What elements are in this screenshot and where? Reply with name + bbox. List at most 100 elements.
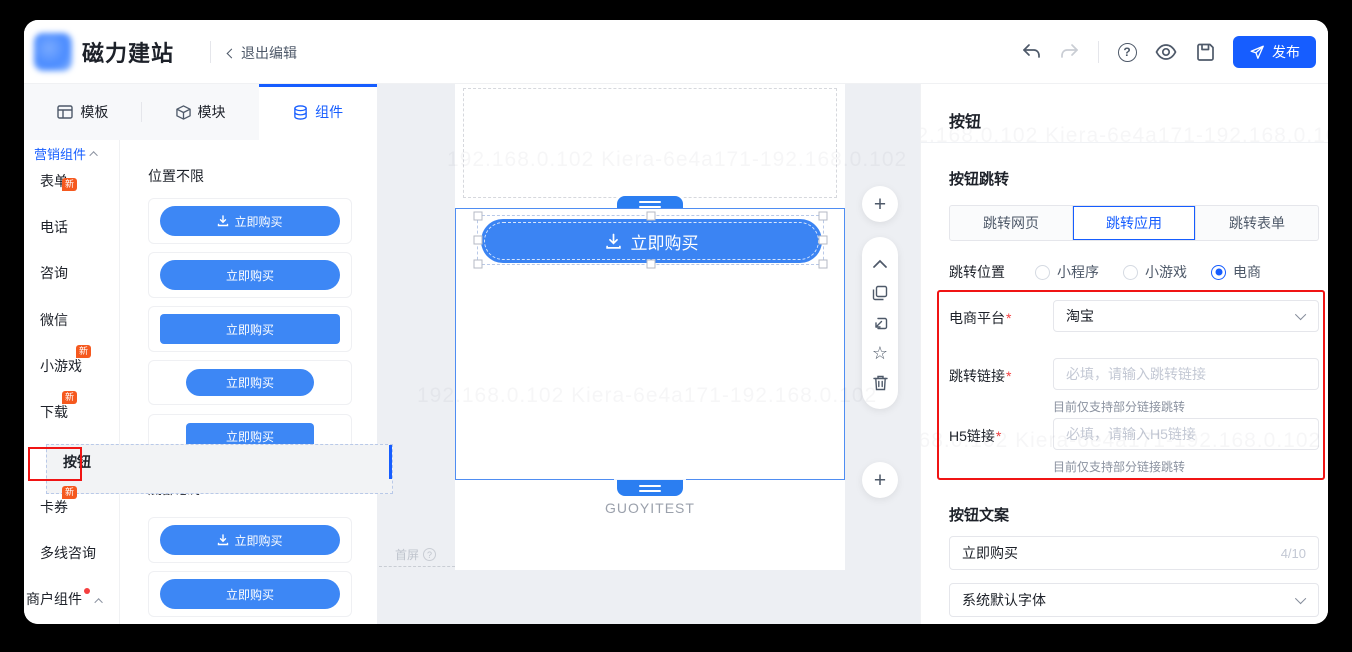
sidebar-item-multiline-consult[interactable]: 多线咨询	[24, 536, 120, 570]
sidebar-item-phone[interactable]: 电话	[24, 210, 120, 244]
add-section-button[interactable]: +	[862, 462, 898, 498]
template-icon	[57, 105, 74, 119]
resize-handle[interactable]	[473, 259, 483, 269]
h5-link-label: H5链接*	[949, 428, 1002, 444]
download-icon	[218, 534, 229, 546]
tab-template[interactable]: 模板	[24, 84, 142, 140]
resize-handle[interactable]	[818, 235, 828, 245]
new-badge: 新	[62, 391, 78, 404]
left-panel-tabs: 模板 模块 组件	[24, 84, 378, 140]
section-any-position: 位置不限	[148, 168, 204, 184]
required-mark: *	[995, 428, 1002, 444]
radio-minigame[interactable]: 小游戏	[1123, 262, 1187, 282]
radio-checked-icon	[1211, 264, 1226, 280]
preview-button-card[interactable]: 立即购买	[148, 252, 352, 298]
tab-jump-webpage[interactable]: 跳转网页	[950, 206, 1073, 240]
tab-jump-app[interactable]: 跳转应用	[1073, 206, 1196, 240]
resize-handle[interactable]	[473, 235, 483, 245]
settings-panel: 192.168.0.102 Kiera-6e4a171-192.168.0.10…	[920, 84, 1328, 624]
new-badge: 新	[62, 178, 78, 191]
button-text-input-wrap: 4/10	[949, 536, 1319, 570]
resize-handle[interactable]	[473, 211, 483, 221]
preview-button-card[interactable]: 立即购买	[148, 360, 352, 405]
publish-button[interactable]: 发布	[1233, 36, 1316, 68]
required-mark: *	[1006, 310, 1012, 326]
selection-box[interactable]: 立即购买	[473, 211, 828, 269]
move-to-library-icon[interactable]	[870, 313, 890, 333]
help-icon[interactable]: ?	[1116, 41, 1138, 63]
new-badge: 新	[62, 486, 78, 499]
preview-button-card[interactable]: 立即购买	[148, 571, 352, 617]
resize-handle[interactable]	[818, 259, 828, 269]
collapse-icon[interactable]	[870, 253, 890, 273]
group-marketing-components[interactable]: 营销组件	[34, 144, 98, 163]
save-icon[interactable]	[1194, 41, 1216, 63]
panel-title: 按钮	[949, 114, 982, 131]
add-section-button[interactable]: +	[862, 186, 898, 222]
component-stack-icon	[294, 104, 307, 120]
jump-position-row: 跳转位置 小程序 小游戏 电商	[949, 262, 1261, 282]
resize-handle[interactable]	[646, 211, 655, 221]
platform-label: 电商平台*	[949, 310, 1012, 326]
chevron-up-icon	[94, 598, 103, 607]
resize-handle[interactable]	[646, 259, 655, 269]
delete-trash-icon[interactable]	[870, 373, 890, 393]
sidebar-item-form[interactable]: 表单 新	[24, 164, 120, 198]
canvas-buy-button[interactable]: 立即购买	[481, 219, 822, 263]
tab-jump-form[interactable]: 跳转表单	[1196, 206, 1318, 240]
jump-link-input[interactable]	[1066, 366, 1306, 382]
required-mark: *	[1006, 368, 1012, 384]
radio-miniprogram[interactable]: 小程序	[1035, 262, 1099, 282]
font-select[interactable]: 系统默认字体	[949, 583, 1319, 617]
first-screen-label: 首屏 ?	[395, 546, 437, 563]
component-preview-panel: 位置不限 立即购买 立即购买 立即购买 立即购买 立即购买 底部悬浮 立即购买	[120, 140, 377, 624]
app-title: 磁力建站	[82, 41, 175, 66]
preview-button-card[interactable]: 立即购买	[148, 198, 352, 244]
header-divider	[1098, 41, 1099, 63]
component-category-list: 营销组件 表单 新 电话 咨询 微信 小游戏 新 下载 新 按钮 卡券 新 多线…	[24, 140, 393, 624]
jump-link-input-wrap	[1053, 358, 1319, 390]
app-logo	[34, 33, 72, 71]
sidebar-item-download[interactable]: 下载 新	[24, 391, 120, 429]
jump-type-tabs: 跳转网页 跳转应用 跳转表单	[949, 205, 1319, 241]
preview-button-card[interactable]: 立即购买	[148, 306, 352, 352]
publish-label: 发布	[1272, 44, 1300, 60]
duplicate-icon[interactable]	[870, 283, 890, 303]
undo-icon[interactable]	[1020, 41, 1042, 63]
h5-link-input[interactable]	[1066, 426, 1306, 442]
resize-handle[interactable]	[818, 211, 828, 221]
sidebar-item-minigame[interactable]: 小游戏 新	[24, 345, 120, 383]
empty-section[interactable]	[463, 88, 837, 198]
exit-edit-label: 退出编辑	[241, 45, 297, 61]
exit-edit-button[interactable]: 退出编辑	[226, 43, 297, 63]
tab-module[interactable]: 模块	[142, 84, 260, 140]
redo-icon[interactable]	[1059, 41, 1081, 63]
group-merchant-components[interactable]: 商户组件	[24, 582, 120, 616]
download-icon	[218, 215, 229, 227]
button-text-input[interactable]	[962, 545, 1273, 561]
radio-icon	[1123, 264, 1138, 280]
sidebar-item-button[interactable]: 按钮	[46, 444, 393, 494]
section-drag-handle[interactable]	[617, 480, 683, 496]
preview-eye-icon[interactable]	[1155, 41, 1177, 63]
first-screen-fold-line	[379, 566, 455, 567]
favorite-star-icon[interactable]: ☆	[870, 343, 890, 363]
jump-link-label: 跳转链接*	[949, 368, 1012, 384]
help-icon[interactable]: ?	[423, 548, 437, 561]
radio-ecommerce[interactable]: 电商	[1211, 262, 1261, 282]
preview-button-card[interactable]: 立即购买	[148, 517, 352, 563]
h5-link-input-wrap	[1053, 418, 1319, 450]
tab-component[interactable]: 组件	[259, 84, 378, 140]
section-toolbar: ☆	[862, 237, 898, 409]
notification-dot	[84, 588, 90, 594]
sidebar-item-consult[interactable]: 咨询	[24, 256, 120, 290]
watermark: 192.168.0.102 Kiera-6e4a171-192.168.0.10…	[921, 124, 1328, 148]
new-badge: 新	[76, 345, 92, 358]
platform-select[interactable]: 淘宝	[1053, 300, 1319, 332]
h5-link-helper: 目前仅支持部分链接跳转	[1053, 460, 1186, 474]
sidebar-item-wechat[interactable]: 微信	[24, 303, 120, 337]
site-name-text: GUOYITEST	[605, 500, 695, 516]
sidebar-item-coupon[interactable]: 卡券 新	[24, 486, 120, 524]
page-canvas: 立即购买 GUOYITEST	[455, 84, 845, 570]
chevron-up-icon	[89, 150, 98, 160]
